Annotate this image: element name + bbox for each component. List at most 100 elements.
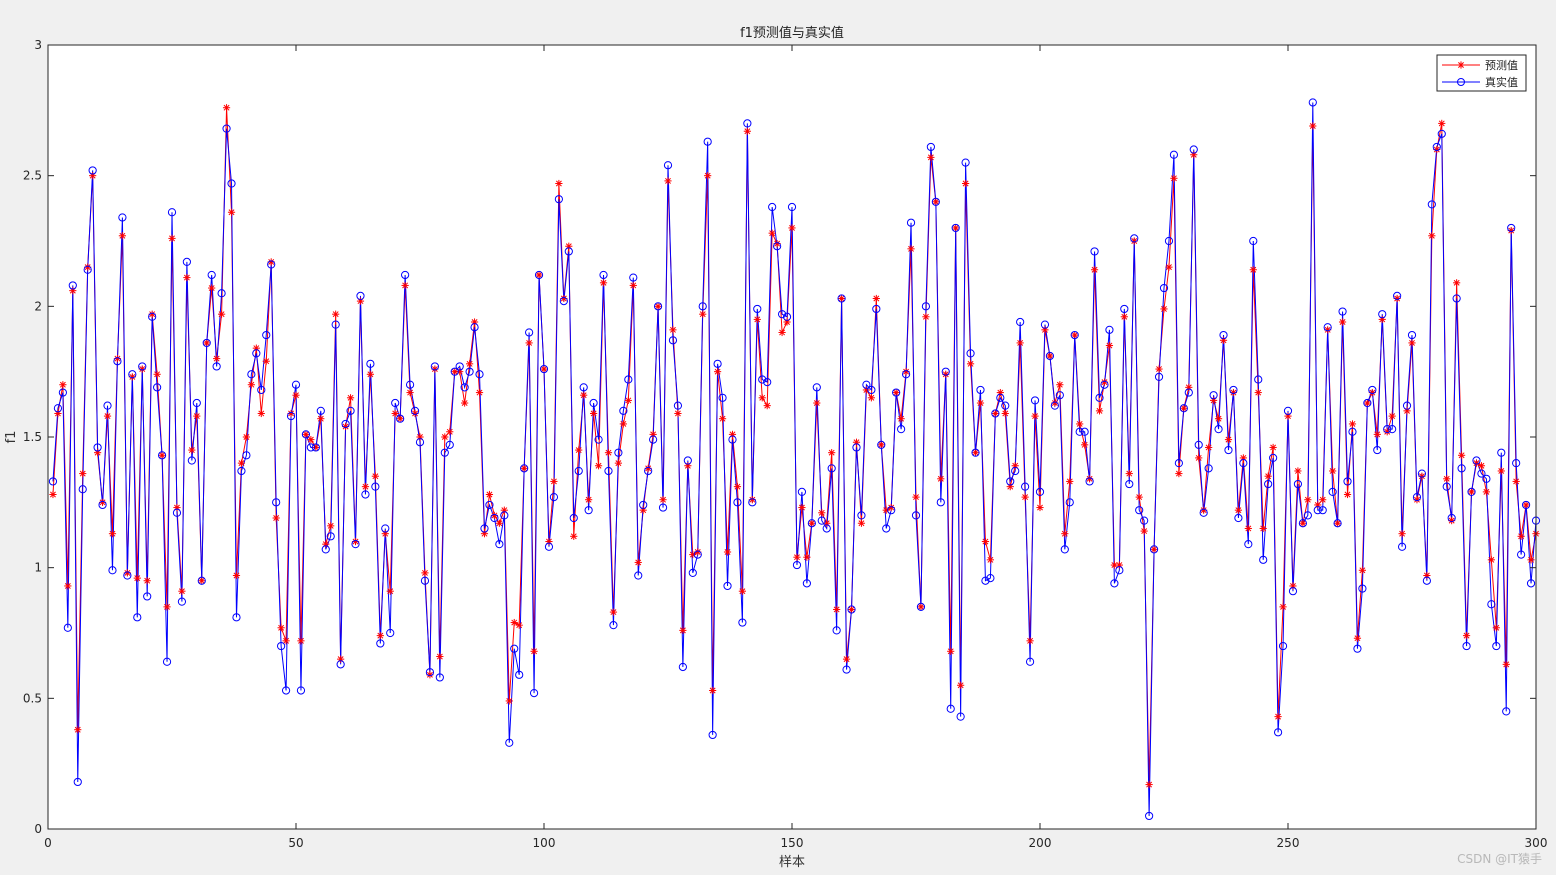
data-point-predicted (242, 433, 250, 441)
data-point-predicted (515, 621, 523, 629)
data-point-predicted (659, 496, 667, 504)
y-tick-label: 1 (34, 561, 42, 575)
data-point-predicted (1021, 493, 1029, 501)
data-point-predicted (1338, 318, 1347, 326)
x-tick-label: 250 (1277, 836, 1300, 850)
data-point-predicted (366, 370, 374, 378)
data-point-predicted (718, 415, 727, 423)
x-axis-label: 样本 (779, 855, 805, 870)
data-point-predicted (218, 310, 226, 318)
data-point-predicted (1274, 713, 1282, 721)
data-point-predicted (1081, 441, 1089, 449)
legend-marker-predicted (1457, 61, 1465, 69)
data-point-predicted (1175, 469, 1183, 478)
data-point-predicted (1056, 381, 1064, 389)
data-point-predicted (168, 234, 176, 242)
y-tick-label: 0 (34, 822, 42, 836)
data-point-predicted (1135, 493, 1143, 501)
data-point-predicted (1031, 412, 1039, 420)
data-point-predicted (679, 626, 687, 634)
data-point-predicted (704, 172, 712, 180)
data-point-predicted (406, 388, 414, 397)
y-tick-label: 0.5 (23, 691, 42, 705)
data-point-predicted (297, 637, 305, 645)
data-point-predicted (1140, 527, 1148, 535)
data-point-predicted (927, 153, 935, 161)
data-point-predicted (108, 530, 117, 538)
data-point-predicted (585, 496, 593, 504)
data-point-predicted (803, 553, 811, 561)
data-point-predicted (614, 459, 622, 467)
data-point-predicted (1001, 409, 1009, 418)
data-point-predicted (74, 726, 82, 734)
x-tick-label: 200 (1029, 836, 1052, 850)
data-point-predicted (922, 313, 930, 321)
data-point-predicted (966, 360, 975, 368)
data-point-predicted (709, 686, 717, 695)
data-point-predicted (1408, 339, 1416, 347)
data-point-predicted (247, 381, 255, 389)
data-point-predicted (530, 647, 538, 655)
data-point-predicted (634, 558, 642, 567)
data-point-predicted (1165, 263, 1173, 271)
data-point-predicted (1214, 415, 1223, 423)
x-tick-label: 300 (1525, 836, 1548, 850)
data-point-predicted (1373, 430, 1381, 438)
data-point-predicted (1294, 467, 1302, 475)
data-point-predicted (1458, 451, 1466, 459)
data-point-predicted (699, 310, 707, 318)
data-point-predicted (1234, 506, 1242, 514)
data-point-predicted (1453, 279, 1461, 287)
data-point-predicted (867, 394, 875, 402)
data-point-predicted (227, 208, 236, 216)
chart-title: f1预测值与真实值 (740, 25, 844, 41)
y-tick-label: 2.5 (23, 169, 42, 183)
data-point-predicted (1329, 467, 1337, 475)
data-point-predicted (1309, 122, 1317, 130)
data-point-predicted (758, 394, 766, 402)
data-point-predicted (1502, 660, 1510, 668)
data-point-predicted (1090, 266, 1099, 274)
data-point-predicted (1443, 475, 1451, 483)
data-point-predicted (1264, 472, 1272, 480)
data-point-predicted (580, 391, 588, 399)
data-point-predicted (664, 177, 672, 185)
figure: f1预测值与真实值 样本 f1 0 50 100 150 200 250 300 0 0.5 1 1… (0, 0, 1556, 875)
data-point-predicted (401, 281, 409, 290)
data-point-predicted (1304, 496, 1312, 504)
data-point-predicted (763, 402, 771, 410)
legend[interactable]: 预测值 真实值 (1436, 54, 1527, 92)
data-point-predicted (386, 587, 394, 595)
data-point-predicted (1438, 119, 1446, 127)
data-point-predicted (153, 370, 161, 378)
data-point-predicted (957, 681, 965, 689)
data-point-predicted (208, 284, 216, 292)
data-point-predicted (485, 490, 494, 499)
data-point-predicted (962, 179, 970, 188)
data-point-predicted (1259, 524, 1267, 533)
data-point-predicted (436, 652, 444, 661)
data-point-predicted (272, 514, 280, 522)
data-point-predicted (178, 587, 186, 595)
y-tick-label: 3 (34, 38, 42, 52)
data-point-predicted (1145, 780, 1153, 789)
data-point-predicted (1398, 530, 1406, 538)
data-point-predicted (446, 428, 454, 436)
data-point-predicted (981, 537, 990, 546)
data-point-predicted (163, 603, 171, 611)
x-tick-label: 150 (781, 836, 804, 850)
data-point-predicted (1462, 632, 1471, 640)
data-point-predicted (1319, 496, 1327, 504)
data-point-predicted (193, 412, 201, 420)
data-point-predicted (133, 574, 141, 582)
data-point-predicted (907, 245, 915, 253)
data-point-predicted (1160, 305, 1168, 313)
data-point-predicted (599, 279, 608, 287)
data-point-predicted (590, 409, 598, 418)
data-point-predicted (1487, 556, 1495, 564)
data-point-predicted (237, 459, 246, 467)
data-point-predicted (674, 409, 682, 418)
data-point-predicted (376, 632, 384, 640)
data-point-predicted (1527, 556, 1535, 564)
data-point-predicted (346, 394, 355, 402)
